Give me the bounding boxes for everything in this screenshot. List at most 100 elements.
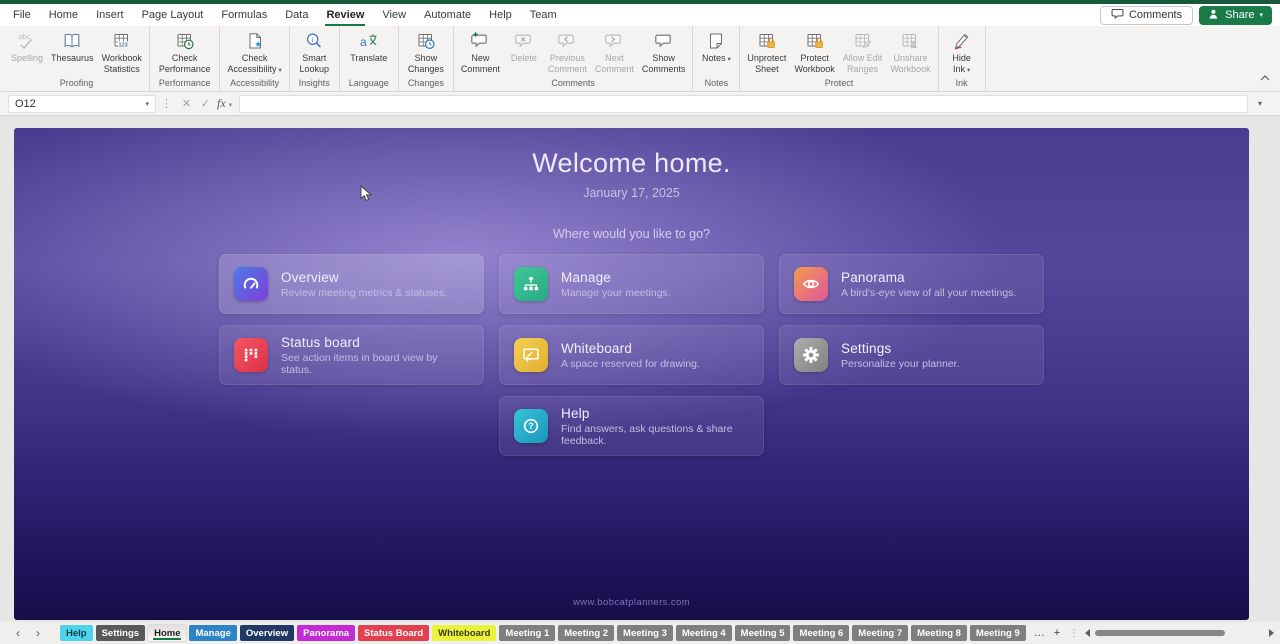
protect-workbook-button[interactable]: ProtectWorkbook <box>790 28 838 77</box>
comments-button[interactable]: Comments <box>1100 6 1193 25</box>
ribbon-group-ink: HideInk▾Ink <box>939 26 986 91</box>
whiteboard-icon <box>514 338 548 372</box>
sheet-nav-right-button[interactable]: › <box>28 626 48 640</box>
menu-tab-home[interactable]: Home <box>40 4 87 26</box>
ribbon-button-label: Spelling <box>11 53 43 64</box>
card-text: SettingsPersonalize your planner. <box>841 341 960 370</box>
menu-tab-file[interactable]: File <box>4 4 40 26</box>
insert-function-button[interactable]: fx ▾ <box>215 96 234 111</box>
sheet-tab-meeting-7[interactable]: Meeting 7 <box>852 625 908 641</box>
formula-input[interactable] <box>239 95 1248 113</box>
sheet-tab-meeting-6[interactable]: Meeting 6 <box>793 625 849 641</box>
ribbon-group-buttons: aTranslate <box>343 28 395 77</box>
sheet-tab-meeting-8[interactable]: Meeting 8 <box>911 625 967 641</box>
svg-text:123: 123 <box>118 43 127 49</box>
card-manage[interactable]: ManageManage your meetings. <box>499 254 764 314</box>
thesaurus-icon <box>62 31 82 51</box>
scroll-right-button[interactable] <box>1269 629 1274 637</box>
ribbon-button-label-text: Show <box>652 53 675 63</box>
sheet-tab-label: Meeting 2 <box>564 628 608 639</box>
gauge-icon <box>234 267 268 301</box>
menu-tab-help[interactable]: Help <box>480 4 521 26</box>
sheet-tab-help[interactable]: Help <box>60 625 93 641</box>
collapse-ribbon-button[interactable] <box>1260 68 1270 86</box>
navigation-cards: OverviewReview meeting metrics & statuse… <box>219 254 1044 456</box>
new-comment-button[interactable]: NewComment <box>457 28 504 77</box>
new-comment-icon <box>470 31 490 51</box>
person-icon <box>1208 8 1220 23</box>
card-help[interactable]: ?HelpFind answers, ask questions & share… <box>499 396 764 456</box>
menu-tab-insert[interactable]: Insert <box>87 4 133 26</box>
sheet-tab-status-board[interactable]: Status Board <box>358 625 429 641</box>
ribbon-button-label-text: Ink <box>953 64 965 74</box>
menu-tabs: FileHomeInsertPage LayoutFormulasDataRev… <box>4 4 566 26</box>
notes-button[interactable]: Notes▾ <box>696 28 736 77</box>
scroll-left-button[interactable] <box>1085 629 1090 637</box>
svg-text:abc: abc <box>19 32 31 41</box>
tabbar-divider: ⋮ <box>1069 628 1079 639</box>
menu-tab-formulas[interactable]: Formulas <box>212 4 276 26</box>
sheet-tab-panorama[interactable]: Panorama <box>297 625 355 641</box>
card-settings[interactable]: SettingsPersonalize your planner. <box>779 325 1044 385</box>
ribbon-group-proofing: abc Spelling Thesaurus123WorkbookStatistic… <box>4 26 150 91</box>
more-sheets-button[interactable]: … <box>1034 627 1045 639</box>
check-performance-button[interactable]: CheckPerformance <box>155 28 215 77</box>
show-comments-button[interactable]: ShowComments <box>638 28 690 77</box>
sheet-tab-meeting-9[interactable]: Meeting 9 <box>970 625 1026 641</box>
sheet-tab-whiteboard[interactable]: Whiteboard <box>432 625 496 641</box>
card-whiteboard[interactable]: WhiteboardA space reserved for drawing. <box>499 325 764 385</box>
workbook-statistics-button[interactable]: 123WorkbookStatistics <box>98 28 146 77</box>
card-panorama[interactable]: PanoramaA bird's-eye view of all your me… <box>779 254 1044 314</box>
share-button[interactable]: Share ▾ <box>1199 6 1272 25</box>
menu-tab-review[interactable]: Review <box>317 4 373 26</box>
ribbon-button-label: Translate <box>350 53 387 64</box>
footer-url: www.bobcatplanners.com <box>14 597 1249 608</box>
sheet-tab-overview[interactable]: Overview <box>240 625 294 641</box>
ribbon-group-buttons: UnprotectSheetProtectWorkbookAllow EditR… <box>743 28 934 77</box>
check-accessibility-button[interactable]: CheckAccessibility▾ <box>223 28 285 77</box>
sheet-tab-home[interactable]: Home <box>148 625 186 641</box>
sheet-tab-manage[interactable]: Manage <box>189 625 236 641</box>
sheet-tab-label: Meeting 5 <box>741 628 785 639</box>
ribbon-button-label-text: Delete <box>511 53 537 63</box>
smart-lookup-button[interactable]: iSmartLookup <box>294 28 334 77</box>
menu-tab-automate[interactable]: Automate <box>415 4 480 26</box>
ribbon-group-insights: iSmartLookupInsights <box>290 26 340 91</box>
name-box[interactable]: O12 ▾ <box>8 95 156 113</box>
sheet-tab-meeting-5[interactable]: Meeting 5 <box>735 625 791 641</box>
sheet-tab-meeting-4[interactable]: Meeting 4 <box>676 625 732 641</box>
ribbon-button-label-line: Protect <box>794 53 834 64</box>
mouse-cursor <box>360 185 373 203</box>
add-sheet-button[interactable]: + <box>1054 627 1060 639</box>
comments-button-label: Comments <box>1129 9 1182 21</box>
ribbon-group-label: Notes <box>696 77 736 91</box>
sheet-tab-label: Home <box>154 628 180 639</box>
sheet-tab-meeting-2[interactable]: Meeting 2 <box>558 625 614 641</box>
expand-formula-bar-button[interactable]: ▾ <box>1248 99 1272 108</box>
card-text: Status boardSee action items in board vi… <box>281 335 469 376</box>
card-overview[interactable]: OverviewReview meeting metrics & statuse… <box>219 254 484 314</box>
sheet-tab-meeting-3[interactable]: Meeting 3 <box>617 625 673 641</box>
ribbon-button-label-line: Translate <box>350 53 387 64</box>
scrollbar-thumb[interactable] <box>1095 630 1225 636</box>
sheet-tab-settings[interactable]: Settings <box>96 625 145 641</box>
show-changes-button[interactable]: ShowChanges <box>404 28 448 77</box>
menu-tab-data[interactable]: Data <box>276 4 317 26</box>
sheet-tab-meeting-1[interactable]: Meeting 1 <box>499 625 555 641</box>
thesaurus-button[interactable]: Thesaurus <box>47 28 98 77</box>
formula-bar: O12 ▾ ⋮ ✕ ✓ fx ▾ ▾ <box>0 92 1280 116</box>
hide-ink-button[interactable]: HideInk▾ <box>942 28 982 77</box>
previous-comment-button: PreviousComment <box>544 28 591 77</box>
sheet-nav-left-button[interactable]: ‹ <box>8 626 28 640</box>
menu-tab-page-layout[interactable]: Page Layout <box>133 4 213 26</box>
unshare-workbook-icon <box>900 31 920 51</box>
scrollbar-track[interactable] <box>1095 629 1264 637</box>
name-box-resizer[interactable]: ⋮ <box>156 97 177 110</box>
menu-tab-team[interactable]: Team <box>521 4 566 26</box>
menu-tab-view[interactable]: View <box>373 4 415 26</box>
unprotect-sheet-button[interactable]: UnprotectSheet <box>743 28 790 77</box>
sheet-tab-label: Overview <box>246 628 288 639</box>
translate-button[interactable]: aTranslate <box>346 28 391 77</box>
card-status-board[interactable]: Status boardSee action items in board vi… <box>219 325 484 385</box>
ribbon-button-label: CheckAccessibility▾ <box>227 53 281 76</box>
